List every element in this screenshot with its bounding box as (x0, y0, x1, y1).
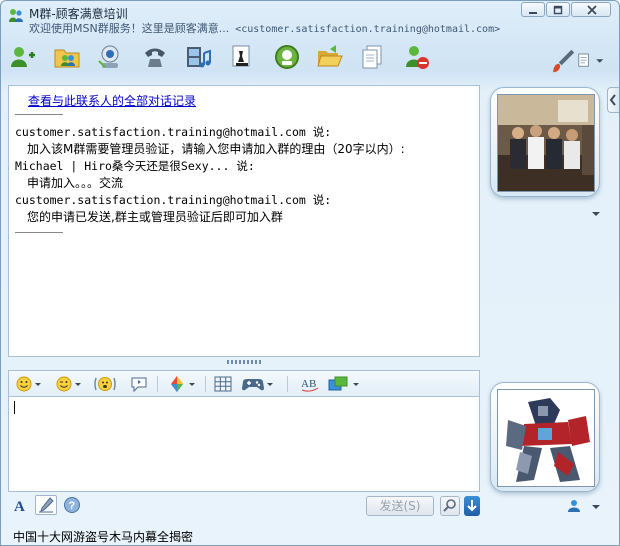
font-icon: AB (301, 378, 319, 392)
message-sender: customer.satisfaction.training@hotmail.c… (15, 193, 332, 207)
menu-button[interactable] (577, 47, 609, 67)
contact-email: <customer.satisfaction.training@hotmail.… (235, 24, 501, 35)
chevron-left-icon (609, 94, 616, 106)
wink-button[interactable] (55, 374, 83, 394)
maximize-icon (553, 5, 563, 15)
documents-icon (362, 45, 382, 69)
nudge-icon (94, 377, 116, 391)
folder-open-icon (317, 45, 343, 67)
games-button[interactable] (229, 43, 259, 73)
emoticon-button[interactable] (15, 374, 43, 394)
window-subtitle: 欢迎使用MSN群服务！这里是顾客满意... <customer.satisfact… (29, 20, 500, 36)
arrow-down-icon (467, 500, 477, 512)
smiley-icon (16, 376, 41, 392)
gamepad-icon (242, 379, 273, 391)
status-bar-text[interactable]: 中国十大网游盗号木马内幕全揭密 (13, 528, 193, 545)
message-text: 您的申请已发送,群主或管理员验证后即可加入群 (27, 210, 283, 224)
open-folder-button[interactable] (316, 43, 346, 73)
main-toolbar (1, 39, 619, 79)
invite-contact-button[interactable] (9, 43, 39, 73)
help-button[interactable]: ? (62, 495, 82, 515)
voice-clip-button[interactable] (129, 374, 149, 394)
minimize-icon (529, 12, 537, 14)
help-icon: ? (64, 497, 80, 513)
group-welcome-text: 欢迎使用MSN群服务！这里是顾客满意... (29, 22, 230, 35)
green-badge-icon (275, 45, 299, 69)
view-history-link[interactable]: 查看与此联系人的全部对话记录 (28, 92, 196, 109)
toolbar-separator (287, 376, 288, 392)
background-button[interactable] (167, 374, 197, 394)
font-style-tab[interactable]: A (11, 495, 31, 515)
toolbar-separator (205, 376, 206, 392)
add-person-icon (11, 47, 35, 67)
grid-button[interactable] (213, 374, 233, 394)
close-button[interactable] (571, 2, 611, 17)
format-toolbar: AB (8, 370, 480, 396)
webcam-icon (98, 45, 119, 68)
chat-window: M群-顾客满意培训 欢迎使用MSN群服务！这里是顾客满意... <customer… (0, 0, 620, 546)
divider (15, 114, 63, 115)
divider (15, 232, 63, 233)
contact-picture-dropdown-icon[interactable] (592, 212, 600, 216)
maximize-button[interactable] (546, 2, 570, 17)
wink-icon (56, 376, 81, 392)
send-button[interactable]: 发送(S) (366, 496, 434, 516)
msn-buddy-icon (8, 8, 24, 24)
my-display-picture[interactable] (490, 382, 600, 492)
film-music-icon (187, 47, 211, 68)
send-options-button[interactable] (464, 496, 480, 516)
resize-grip[interactable] (227, 360, 263, 364)
video-button[interactable] (96, 43, 126, 73)
speech-bubble-icon (131, 377, 147, 393)
block-contact-button[interactable] (403, 43, 433, 73)
title-bar: M群-顾客满意培训 欢迎使用MSN群服务！这里是顾客满意... <customer… (1, 1, 619, 37)
message-sender: customer.satisfaction.training@hotmail.c… (15, 125, 332, 139)
share-media-button[interactable] (184, 43, 214, 73)
svg-text:A: A (14, 499, 25, 515)
text-caret (14, 401, 15, 414)
theme-button[interactable] (549, 47, 575, 73)
handwriting-tab[interactable] (35, 495, 57, 515)
message-text: 申请加入。。。交流 (27, 176, 124, 190)
windows-icon (328, 376, 359, 391)
send-files-button[interactable] (53, 43, 83, 73)
folder-people-icon (54, 49, 80, 68)
font-a-icon: A (14, 499, 25, 515)
contact-photo (497, 94, 595, 192)
pen-icon (39, 497, 54, 513)
message-sender: Michael | Hiro桑今天还是很Sexy... 说: (15, 159, 255, 173)
paintbrush-icon (553, 49, 575, 73)
person-block-icon (406, 46, 429, 69)
message-list: customer.satisfaction.training@hotmail.c… (15, 124, 475, 226)
window-layout-button[interactable] (327, 374, 361, 394)
grid-icon (214, 376, 232, 392)
phone-icon (145, 48, 165, 67)
games-menu-button[interactable] (241, 374, 275, 394)
input-bottom-bar: A ? 发送(S) (8, 492, 480, 518)
nudge-button[interactable] (93, 374, 117, 394)
conversation-pane[interactable]: 查看与此联系人的全部对话记录 customer.satisfaction.tra… (8, 85, 480, 357)
activities-button[interactable] (273, 43, 303, 73)
contact-display-picture[interactable] (490, 87, 600, 197)
svg-text:?: ? (69, 500, 76, 512)
my-picture-dropdown-icon[interactable] (592, 505, 600, 509)
status-person-icon[interactable] (567, 499, 581, 513)
svg-text:AB: AB (301, 378, 316, 390)
message-input[interactable] (8, 396, 480, 492)
my-photo (497, 389, 595, 487)
message-text: 加入该M群需要管理员验证，请输入您申请加入群的理由（20字以内）: (27, 142, 405, 156)
font-button[interactable]: AB (299, 374, 321, 394)
close-icon (587, 5, 597, 15)
documents-button[interactable] (359, 43, 389, 73)
search-button[interactable] (440, 496, 460, 516)
color-palette-icon (171, 376, 195, 392)
toolbar-separator (157, 376, 158, 392)
search-icon (443, 499, 456, 512)
collapse-sidebar-button[interactable] (607, 87, 619, 113)
minimize-button[interactable] (521, 2, 545, 17)
chess-icon (232, 45, 250, 67)
call-button[interactable] (141, 43, 171, 73)
menu-page-icon (578, 53, 604, 67)
